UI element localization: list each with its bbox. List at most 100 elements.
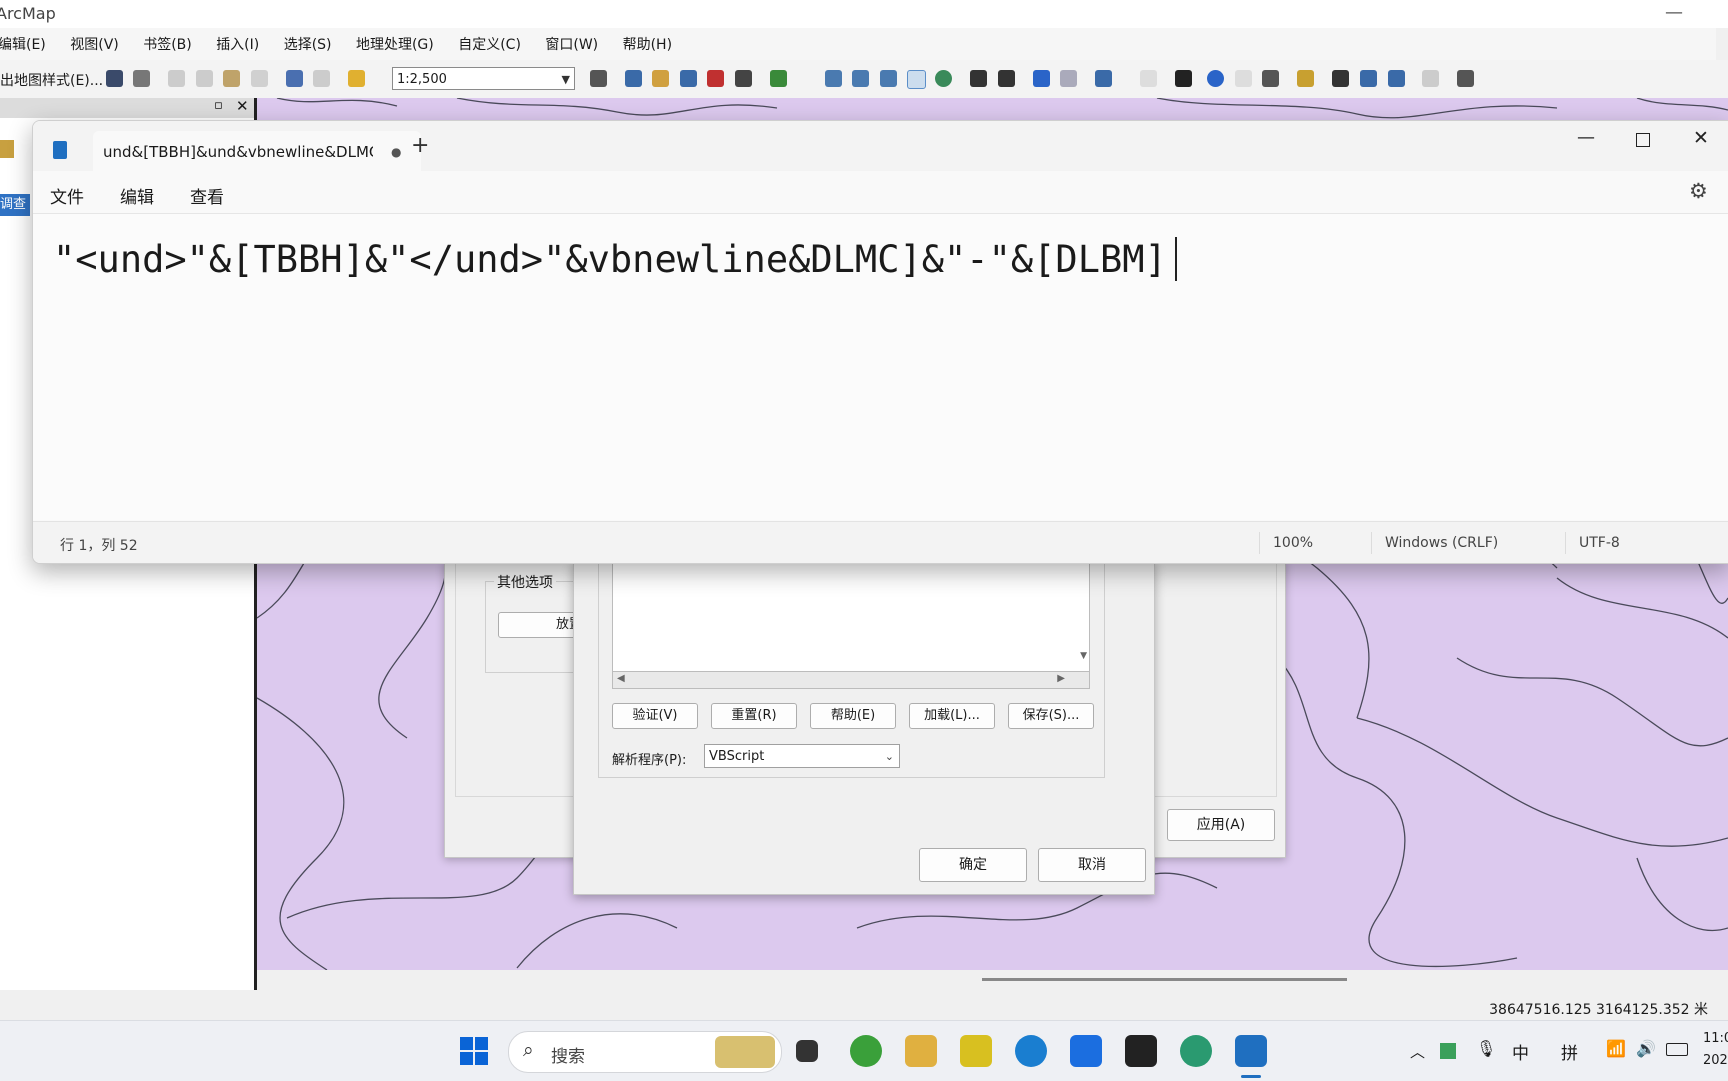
map-horizontal-scrollbar[interactable] — [257, 970, 1728, 990]
save-button[interactable]: 保存(S)... — [1008, 703, 1094, 729]
parser-select[interactable]: VBScript ⌄ — [704, 744, 900, 768]
add-data-icon[interactable] — [348, 70, 365, 87]
unsaved-dot-icon[interactable]: ● — [391, 145, 401, 159]
scroll-left-icon[interactable]: ◀ — [617, 673, 625, 684]
arcmap-minimize-button[interactable]: — — [1665, 2, 1683, 23]
menu-geoprocessing[interactable]: 地理处理(G) — [346, 28, 444, 62]
menu-insert[interactable]: 插入(I) — [206, 28, 269, 62]
zoom-in-icon[interactable] — [825, 70, 842, 87]
zoom-out-icon[interactable] — [880, 70, 897, 87]
arctoolbox-icon[interactable] — [707, 70, 724, 87]
apply-button[interactable]: 应用(A) — [1167, 809, 1275, 841]
copy-icon[interactable] — [196, 70, 213, 87]
html-popup-icon[interactable] — [1262, 70, 1279, 87]
catalog-icon[interactable] — [652, 70, 669, 87]
cut-icon[interactable] — [168, 70, 185, 87]
ok-button[interactable]: 确定 — [919, 848, 1027, 882]
pan-icon[interactable] — [907, 70, 926, 89]
edge-browser-icon[interactable] — [1015, 1035, 1047, 1067]
notepad-close-button[interactable]: ✕ — [1693, 127, 1709, 149]
identify-icon[interactable] — [1207, 70, 1224, 87]
redo-icon[interactable] — [313, 70, 330, 87]
go-to-xy-icon[interactable] — [1388, 70, 1405, 87]
tray-app-icon[interactable] — [1440, 1043, 1456, 1059]
ime-language[interactable]: 中 — [1512, 1039, 1529, 1064]
notepad-taskbar-icon[interactable] — [1235, 1035, 1267, 1067]
menu-edit[interactable]: 编辑(E) — [0, 28, 56, 62]
toc-tool-icon[interactable] — [0, 140, 14, 158]
create-viewer-icon[interactable] — [1457, 70, 1474, 87]
fixed-zoom-in-icon[interactable] — [970, 70, 987, 87]
start-button[interactable] — [460, 1037, 490, 1067]
search-window-icon[interactable] — [680, 70, 697, 87]
fixed-zoom-out-icon[interactable] — [998, 70, 1015, 87]
expression-textbox[interactable]: ▼ — [612, 561, 1090, 672]
gear-icon[interactable]: ⚙ — [1689, 179, 1708, 203]
menu-view[interactable]: 视图(V) — [60, 28, 129, 62]
model-builder-icon[interactable] — [770, 70, 787, 87]
notepad-text-area[interactable]: "<und>"&[TBBH]&"</und>"&vbnewline&DLMC]&… — [33, 214, 1728, 520]
clock-date[interactable]: 202 — [1703, 1053, 1728, 1068]
notepad-maximize-button[interactable] — [1636, 133, 1650, 147]
close-icon[interactable]: ✕ — [236, 97, 249, 115]
find-route-icon[interactable] — [1360, 70, 1377, 87]
pencil-icon[interactable] — [852, 70, 869, 87]
file-explorer-icon[interactable] — [905, 1035, 937, 1067]
scroll-down-icon[interactable]: ▼ — [1080, 651, 1087, 661]
menu-customize[interactable]: 自定义(C) — [448, 28, 531, 62]
paste-icon[interactable] — [223, 70, 240, 87]
battery-icon[interactable] — [1666, 1043, 1688, 1056]
wifi-icon[interactable]: 📶 — [1606, 1039, 1626, 1058]
delete-icon[interactable] — [251, 70, 268, 87]
expression-hscrollbar[interactable]: ◀ ▶ — [612, 671, 1090, 689]
notepad-menu-edit[interactable]: 编辑 — [120, 183, 154, 208]
find-icon[interactable] — [1332, 70, 1349, 87]
cancel-button[interactable]: 取消 — [1038, 848, 1146, 882]
time-slider-icon[interactable] — [1422, 70, 1439, 87]
chevron-up-icon[interactable]: ︿ — [1410, 1041, 1425, 1062]
editor-icon[interactable] — [590, 70, 607, 87]
toc-pin-icon[interactable]: ▫ — [214, 98, 223, 113]
toc-selected-layer[interactable]: 调查数据 — [0, 194, 30, 216]
clock-time[interactable]: 11:0 — [1703, 1031, 1728, 1046]
screen-recorder-icon[interactable] — [1125, 1035, 1157, 1067]
table-icon[interactable] — [625, 70, 642, 87]
save-icon[interactable] — [106, 70, 123, 87]
volume-icon[interactable]: 🔊 — [1636, 1039, 1656, 1058]
undo-icon[interactable] — [286, 70, 303, 87]
notepad-menu-view[interactable]: 查看 — [190, 183, 224, 208]
notepad-menu-file[interactable]: 文件 — [50, 183, 84, 208]
back-extent-icon[interactable] — [1033, 70, 1050, 87]
taskbar-search-box[interactable]: ⌕ 搜索 — [508, 1031, 782, 1073]
notepad-minimize-button[interactable]: — — [1577, 127, 1595, 148]
reset-button[interactable]: 重置(R) — [711, 703, 797, 729]
print-icon[interactable] — [133, 70, 150, 87]
task-view-icon[interactable] — [796, 1040, 818, 1062]
map-scale-combobox[interactable]: 1:2,500 ▼ — [392, 67, 575, 90]
full-extent-icon[interactable] — [935, 70, 952, 87]
python-window-icon[interactable] — [735, 70, 752, 87]
ime-mode[interactable]: 拼 — [1561, 1039, 1578, 1064]
menu-selection[interactable]: 选择(S) — [274, 28, 342, 62]
edge-legacy-icon[interactable] — [850, 1035, 882, 1067]
new-tab-icon[interactable]: + — [411, 133, 429, 158]
microphone-icon[interactable]: 🎙 — [1476, 1039, 1496, 1058]
magnifier-app-icon[interactable] — [1180, 1035, 1212, 1067]
menu-windows[interactable]: 窗口(W) — [535, 28, 608, 62]
help-button[interactable]: 帮助(E) — [810, 703, 896, 729]
measure-icon[interactable] — [1297, 70, 1314, 87]
vmware-player-icon[interactable] — [960, 1035, 992, 1067]
export-map-style-button[interactable]: 导出地图样式(E)... — [0, 70, 103, 90]
scrollbar-thumb[interactable] — [982, 978, 1347, 981]
menu-help[interactable]: 帮助(H) — [613, 28, 682, 62]
select-elements-icon[interactable] — [1175, 70, 1192, 87]
hyperlink-icon[interactable] — [1235, 70, 1252, 87]
select-features-icon[interactable] — [1095, 70, 1112, 87]
load-button[interactable]: 加载(L)... — [909, 703, 995, 729]
forward-extent-icon[interactable] — [1060, 70, 1077, 87]
scroll-right-icon[interactable]: ▶ — [1057, 673, 1065, 684]
verify-button[interactable]: 验证(V) — [612, 703, 698, 729]
notepad-tab[interactable]: und&[TBBH]&und&vbnewline&DLMC ● — [93, 131, 421, 171]
app-icon-blue[interactable] — [1070, 1035, 1102, 1067]
clear-selection-icon[interactable] — [1140, 70, 1157, 87]
